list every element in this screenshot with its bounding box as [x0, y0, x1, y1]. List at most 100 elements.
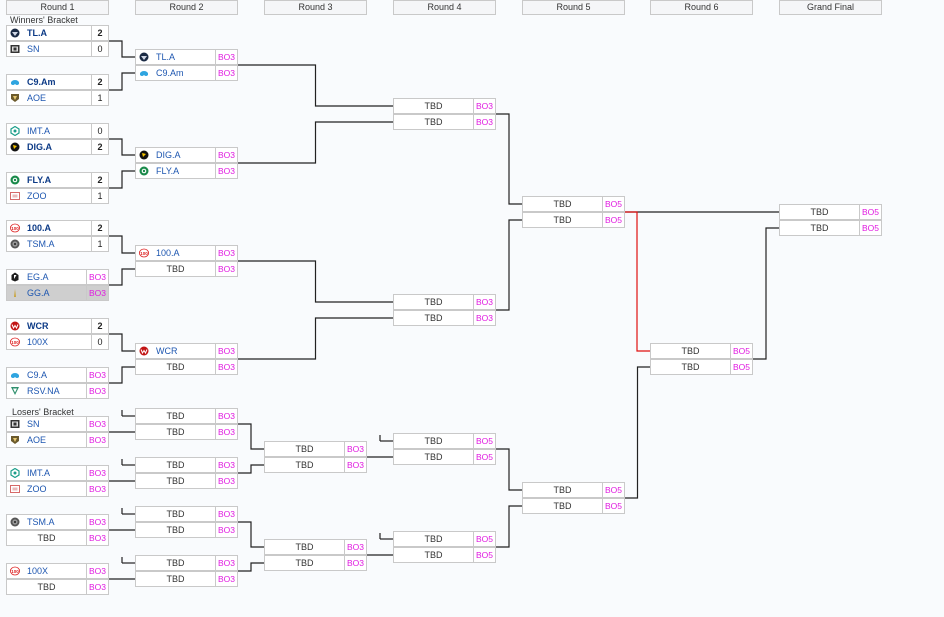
- match-slot[interactable]: WCR BO3: [135, 343, 238, 359]
- match-slot[interactable]: ZOO BO3: [6, 481, 109, 497]
- team-cell: 100 100.A: [7, 221, 91, 235]
- match-slot[interactable]: TBD BO3: [135, 555, 238, 571]
- match-slot[interactable]: C9.Am BO3: [135, 65, 238, 81]
- team-name[interactable]: TL.A: [156, 52, 175, 62]
- match-slot[interactable]: SN BO3: [6, 416, 109, 432]
- match-slot[interactable]: IMT.A 0: [6, 123, 109, 139]
- match-slot[interactable]: TBD BO5: [522, 196, 625, 212]
- match-slot[interactable]: AOE 1: [6, 90, 109, 106]
- match-slot[interactable]: TBD BO5: [522, 482, 625, 498]
- match-slot[interactable]: EG.A BO3: [6, 269, 109, 285]
- match-slot[interactable]: TBD BO3: [135, 408, 238, 424]
- match-slot[interactable]: TL.A BO3: [135, 49, 238, 65]
- match-slot[interactable]: TBD BO5: [393, 531, 496, 547]
- match-slot[interactable]: TBD BO3: [264, 457, 367, 473]
- match-slot[interactable]: TBD BO5: [393, 433, 496, 449]
- team-name[interactable]: 100.A: [156, 248, 180, 258]
- team-name[interactable]: C9.Am: [156, 68, 184, 78]
- team-name[interactable]: 100X: [27, 566, 48, 576]
- match-slot[interactable]: FLY.A 2: [6, 172, 109, 188]
- team-name[interactable]: TSM.A: [27, 239, 55, 249]
- best-of-badge: BO3: [215, 66, 237, 80]
- match-slot[interactable]: SN 0: [6, 41, 109, 57]
- match-slot[interactable]: TBD BO5: [650, 343, 753, 359]
- match-slot[interactable]: TBD BO3: [135, 571, 238, 587]
- match-slot[interactable]: TBD BO5: [522, 498, 625, 514]
- match-slot[interactable]: TBD BO3: [135, 424, 238, 440]
- match-slot[interactable]: TBD BO3: [393, 294, 496, 310]
- match-slot[interactable]: TBD BO3: [393, 98, 496, 114]
- match-slot[interactable]: DIG.A BO3: [135, 147, 238, 163]
- match-slot[interactable]: TSM.A 1: [6, 236, 109, 252]
- team-name[interactable]: IMT.A: [27, 468, 50, 478]
- match-slot[interactable]: ZOO 1: [6, 188, 109, 204]
- team-name: TBD: [166, 427, 185, 437]
- match-slot[interactable]: TBD BO3: [135, 522, 238, 538]
- team-name[interactable]: 100X: [27, 337, 48, 347]
- match-slot[interactable]: TBD BO5: [522, 212, 625, 228]
- team-name[interactable]: FLY.A: [27, 175, 51, 185]
- match-slot[interactable]: TBD BO3: [393, 310, 496, 326]
- team-name[interactable]: GG.A: [27, 288, 50, 298]
- team-name[interactable]: ZOO: [27, 484, 47, 494]
- team-name[interactable]: EG.A: [27, 272, 49, 282]
- team-name[interactable]: C9.A: [27, 370, 47, 380]
- match-slot[interactable]: IMT.A BO3: [6, 465, 109, 481]
- match-slot[interactable]: AOE BO3: [6, 432, 109, 448]
- team-name[interactable]: SN: [27, 419, 40, 429]
- c9-logo-icon: [7, 370, 23, 380]
- match-slot[interactable]: TBD BO5: [650, 359, 753, 375]
- team-cell: TBD: [394, 532, 473, 546]
- match-slot[interactable]: DIG.A 2: [6, 139, 109, 155]
- match-slot[interactable]: TBD BO5: [779, 204, 882, 220]
- match-slot[interactable]: TBD BO3: [264, 539, 367, 555]
- team-name[interactable]: DIG.A: [156, 150, 181, 160]
- team-name: TBD: [424, 297, 443, 307]
- match-slot[interactable]: TBD BO3: [135, 261, 238, 277]
- match-slot[interactable]: C9.Am 2: [6, 74, 109, 90]
- match-slot[interactable]: TSM.A BO3: [6, 514, 109, 530]
- team-name[interactable]: IMT.A: [27, 126, 50, 136]
- match-slot[interactable]: RSV.NA BO3: [6, 383, 109, 399]
- match-slot[interactable]: 100 100X BO3: [6, 563, 109, 579]
- team-name[interactable]: C9.Am: [27, 77, 56, 87]
- team-name[interactable]: TSM.A: [27, 517, 55, 527]
- match-slot[interactable]: TBD BO3: [135, 506, 238, 522]
- team-name: TBD: [295, 460, 314, 470]
- match-slot[interactable]: TBD BO3: [135, 473, 238, 489]
- match-slot[interactable]: TBD BO3: [135, 359, 238, 375]
- team-name[interactable]: 100.A: [27, 223, 51, 233]
- connector-line: [238, 464, 264, 474]
- match-slot[interactable]: TBD BO3: [393, 114, 496, 130]
- match-slot[interactable]: TBD BO3: [135, 457, 238, 473]
- team-cell: TBD: [136, 474, 215, 488]
- team-name[interactable]: TL.A: [27, 28, 47, 38]
- match-slot[interactable]: 100 100X 0: [6, 334, 109, 350]
- match-slot[interactable]: TBD BO3: [6, 530, 109, 546]
- match-slot[interactable]: FLY.A BO3: [135, 163, 238, 179]
- match-slot[interactable]: TBD BO3: [6, 579, 109, 595]
- match-slot[interactable]: GG.A BO3: [6, 285, 109, 301]
- match-slot[interactable]: TBD BO3: [264, 441, 367, 457]
- best-of-badge: BO3: [215, 262, 237, 276]
- match-slot[interactable]: WCR 2: [6, 318, 109, 334]
- team-name: TBD: [810, 207, 829, 217]
- team-name[interactable]: RSV.NA: [27, 386, 60, 396]
- team-name[interactable]: WCR: [156, 346, 178, 356]
- team-name[interactable]: DIG.A: [27, 142, 52, 152]
- match-slot[interactable]: C9.A BO3: [6, 367, 109, 383]
- team-name[interactable]: ZOO: [27, 191, 47, 201]
- team-cell: TBD: [136, 409, 215, 423]
- team-name[interactable]: SN: [27, 44, 40, 54]
- team-name[interactable]: AOE: [27, 435, 46, 445]
- match-slot[interactable]: 100 100.A BO3: [135, 245, 238, 261]
- match-slot[interactable]: TBD BO5: [393, 449, 496, 465]
- match-slot[interactable]: TBD BO5: [393, 547, 496, 563]
- match-slot[interactable]: TL.A 2: [6, 25, 109, 41]
- match-slot[interactable]: 100 100.A 2: [6, 220, 109, 236]
- match-slot[interactable]: TBD BO5: [779, 220, 882, 236]
- match-slot[interactable]: TBD BO3: [264, 555, 367, 571]
- team-name[interactable]: WCR: [27, 321, 49, 331]
- team-name[interactable]: FLY.A: [156, 166, 179, 176]
- team-name[interactable]: AOE: [27, 93, 46, 103]
